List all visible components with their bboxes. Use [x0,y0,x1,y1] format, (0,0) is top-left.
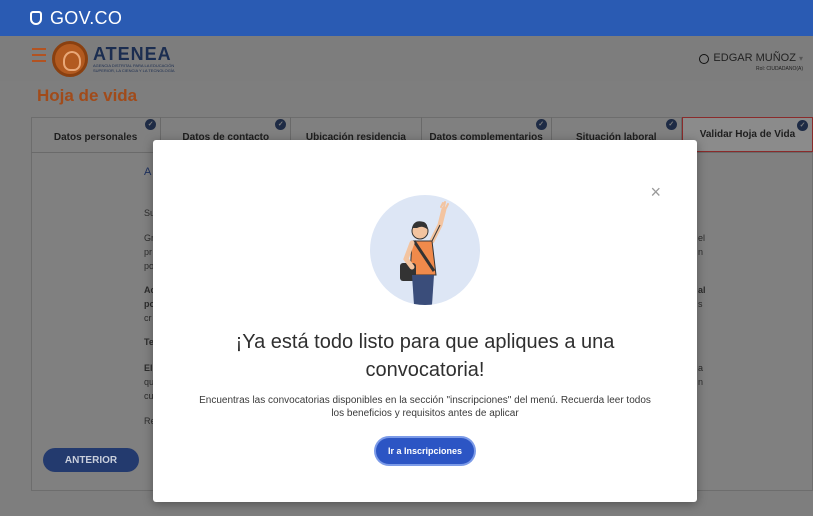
chevron-down-icon: ▾ [798,54,803,63]
check-circle-icon: ✓ [797,120,809,131]
go-to-inscriptions-button[interactable]: Ir a Inscripciones [376,438,474,464]
waving-person-illustration [370,195,480,305]
org-name: ATENEA [93,44,172,64]
text-fragment: pr [144,247,153,257]
modal-description: Encuentras las convocatorias disponibles… [199,395,651,419]
previous-button[interactable]: ANTERIOR [43,448,139,472]
atenea-logo-icon [52,41,88,77]
user-role: Rol: CIUDADANO(A) [756,66,803,72]
text-fragment: cr [144,313,152,323]
section-heading-fragment: A [144,166,152,178]
user-avatar-icon [699,54,709,64]
waving-person-icon [400,201,449,305]
shield-icon [30,11,42,25]
text-fragment: a [698,363,704,373]
gov-bar: GOV.CO [0,0,813,36]
check-circle-icon: ✓ [275,119,287,130]
user-name: EDGAR MUÑOZ [713,52,796,64]
user-menu[interactable]: EDGAR MUÑOZ ▾ Rol: CIUDADANO(A) [713,52,803,72]
text-fragment: el [698,233,706,243]
text-fragment: El [144,363,153,373]
tab-label: Validar Hoja de Vida [699,129,796,140]
gov-logo[interactable]: GOV.CO [30,8,122,29]
tab-datos-personales[interactable]: Datos personales ✓ [31,117,162,152]
gov-brand: GOV.CO [50,7,123,28]
tab-validar-hoja-de-vida[interactable]: Validar Hoja de Vida ✓ [681,117,813,152]
text-fragment: n [698,377,704,387]
success-modal: × ¡Ya está todo listo para que apliques … [153,140,697,502]
org-subtitle: AGENCIA DISTRITAL PARA LA EDUCACIÓN SUPE… [93,63,175,73]
text-fragment: al [698,285,706,295]
page-title: Hoja de vida [37,86,138,105]
tab-label: Datos personales [53,132,138,143]
close-icon[interactable]: × [650,182,661,203]
text-fragment: n [698,247,704,257]
text-fragment: s [698,299,703,309]
check-circle-icon: ✓ [665,119,677,130]
check-circle-icon: ✓ [535,119,547,130]
modal-title: ¡Ya está todo listo para que apliques a … [235,331,615,381]
check-circle-icon: ✓ [145,119,157,130]
menu-icon[interactable] [32,48,46,62]
